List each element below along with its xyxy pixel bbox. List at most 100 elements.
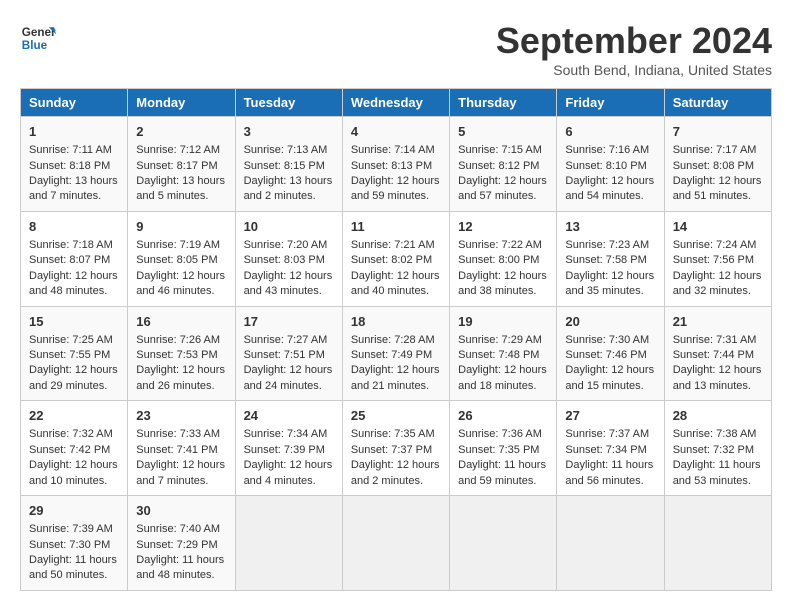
day-info-line: Daylight: 12 hours (351, 174, 441, 189)
col-header-friday: Friday (557, 89, 664, 117)
day-number: 15 (29, 313, 119, 331)
day-info-line: Daylight: 12 hours (136, 269, 226, 284)
day-number: 22 (29, 407, 119, 425)
day-info-line: Sunset: 7:35 PM (458, 443, 548, 458)
calendar-cell (235, 496, 342, 591)
day-number: 20 (565, 313, 655, 331)
day-number: 1 (29, 123, 119, 141)
day-info-line: Sunrise: 7:22 AM (458, 238, 548, 253)
day-info-line: Daylight: 12 hours (351, 269, 441, 284)
day-info-line: Daylight: 12 hours (136, 363, 226, 378)
day-info-line: Daylight: 12 hours (29, 269, 119, 284)
day-number: 13 (565, 218, 655, 236)
day-info-line: Daylight: 12 hours (244, 363, 334, 378)
calendar-cell: 4 Sunrise: 7:14 AMSunset: 8:13 PMDaylight… (342, 117, 449, 212)
day-info-line: Sunrise: 7:38 AM (673, 427, 763, 442)
day-info-line: and 51 minutes. (673, 189, 763, 204)
day-info-line: and 35 minutes. (565, 284, 655, 299)
day-info-line: Sunset: 8:05 PM (136, 253, 226, 268)
day-number: 25 (351, 407, 441, 425)
day-info-line: and 48 minutes. (136, 568, 226, 583)
day-info-line: Sunrise: 7:24 AM (673, 238, 763, 253)
col-header-wednesday: Wednesday (342, 89, 449, 117)
calendar-subtitle: South Bend, Indiana, United States (496, 62, 772, 78)
day-info-line: Daylight: 11 hours (673, 458, 763, 473)
calendar-cell: 26Sunrise: 7:36 AMSunset: 7:35 PMDayligh… (450, 401, 557, 496)
day-number: 6 (565, 123, 655, 141)
day-number: 3 (244, 123, 334, 141)
day-info-line: Sunrise: 7:20 AM (244, 238, 334, 253)
day-number: 26 (458, 407, 548, 425)
day-info-line: Sunset: 7:56 PM (673, 253, 763, 268)
day-number: 24 (244, 407, 334, 425)
day-info-line: Sunrise: 7:12 AM (136, 143, 226, 158)
day-info-line: Daylight: 12 hours (673, 269, 763, 284)
calendar-cell: 19Sunrise: 7:29 AMSunset: 7:48 PMDayligh… (450, 306, 557, 401)
day-info-line: Sunset: 7:29 PM (136, 538, 226, 553)
day-info-line: Sunset: 8:13 PM (351, 159, 441, 174)
day-info-line: and 26 minutes. (136, 379, 226, 394)
day-info-line: Sunset: 8:18 PM (29, 159, 119, 174)
calendar-cell: 25Sunrise: 7:35 AMSunset: 7:37 PMDayligh… (342, 401, 449, 496)
day-info-line: Sunrise: 7:25 AM (29, 333, 119, 348)
day-number: 4 (351, 123, 441, 141)
day-info-line: and 13 minutes. (673, 379, 763, 394)
day-info-line: and 43 minutes. (244, 284, 334, 299)
day-number: 5 (458, 123, 548, 141)
calendar-cell (664, 496, 771, 591)
calendar-cell: 21Sunrise: 7:31 AMSunset: 7:44 PMDayligh… (664, 306, 771, 401)
day-info-line: Sunset: 7:49 PM (351, 348, 441, 363)
day-info-line: Sunrise: 7:40 AM (136, 522, 226, 537)
day-info-line: and 7 minutes. (29, 189, 119, 204)
calendar-cell: 5Sunrise: 7:15 AMSunset: 8:12 PMDaylight… (450, 117, 557, 212)
day-number: 23 (136, 407, 226, 425)
day-info-line: Daylight: 12 hours (29, 363, 119, 378)
day-number: 21 (673, 313, 763, 331)
title-section: September 2024 South Bend, Indiana, Unit… (496, 20, 772, 78)
calendar-cell: 3Sunrise: 7:13 AMSunset: 8:15 PMDaylight… (235, 117, 342, 212)
col-header-saturday: Saturday (664, 89, 771, 117)
day-number: 12 (458, 218, 548, 236)
day-info-line: Sunset: 7:44 PM (673, 348, 763, 363)
logo: General Blue (20, 20, 56, 56)
day-info-line: Sunset: 8:15 PM (244, 159, 334, 174)
day-info-line: Sunrise: 7:31 AM (673, 333, 763, 348)
day-info-line: Sunset: 8:17 PM (136, 159, 226, 174)
calendar-cell: 15Sunrise: 7:25 AMSunset: 7:55 PMDayligh… (21, 306, 128, 401)
day-info-line: Sunset: 7:48 PM (458, 348, 548, 363)
day-info-line: and 57 minutes. (458, 189, 548, 204)
day-info-line: Sunrise: 7:15 AM (458, 143, 548, 158)
day-number: 19 (458, 313, 548, 331)
day-info-line: Sunrise: 7:33 AM (136, 427, 226, 442)
day-info-line: Daylight: 12 hours (565, 363, 655, 378)
day-info-line: Sunrise: 7:18 AM (29, 238, 119, 253)
calendar-title: September 2024 (496, 20, 772, 62)
svg-text:Blue: Blue (22, 39, 48, 52)
day-info-line: Daylight: 11 hours (29, 553, 119, 568)
day-info-line: Daylight: 12 hours (136, 458, 226, 473)
calendar-cell: 13Sunrise: 7:23 AMSunset: 7:58 PMDayligh… (557, 211, 664, 306)
calendar-week-1: 1Sunrise: 7:11 AMSunset: 8:18 PMDaylight… (21, 117, 772, 212)
calendar-cell: 6Sunrise: 7:16 AMSunset: 8:10 PMDaylight… (557, 117, 664, 212)
day-info-line: and 59 minutes. (351, 189, 441, 204)
calendar-cell: 16Sunrise: 7:26 AMSunset: 7:53 PMDayligh… (128, 306, 235, 401)
calendar-cell (342, 496, 449, 591)
day-info-line: and 18 minutes. (458, 379, 548, 394)
day-info-line: Sunset: 8:00 PM (458, 253, 548, 268)
day-info-line: Sunrise: 7:16 AM (565, 143, 655, 158)
day-info-line: Sunrise: 7:14 AM (351, 143, 441, 158)
day-info-line: and 46 minutes. (136, 284, 226, 299)
day-info-line: Sunset: 8:08 PM (673, 159, 763, 174)
day-info-line: Sunset: 7:39 PM (244, 443, 334, 458)
day-info-line: Sunset: 7:58 PM (565, 253, 655, 268)
calendar-cell: 22Sunrise: 7:32 AMSunset: 7:42 PMDayligh… (21, 401, 128, 496)
day-number: 14 (673, 218, 763, 236)
day-info-line: and 38 minutes. (458, 284, 548, 299)
day-info-line: and 48 minutes. (29, 284, 119, 299)
day-info-line: Sunrise: 7:30 AM (565, 333, 655, 348)
col-header-monday: Monday (128, 89, 235, 117)
calendar-cell (557, 496, 664, 591)
day-info-line: Sunrise: 7:34 AM (244, 427, 334, 442)
calendar-week-5: 29Sunrise: 7:39 AMSunset: 7:30 PMDayligh… (21, 496, 772, 591)
day-info-line: and 7 minutes. (136, 474, 226, 489)
